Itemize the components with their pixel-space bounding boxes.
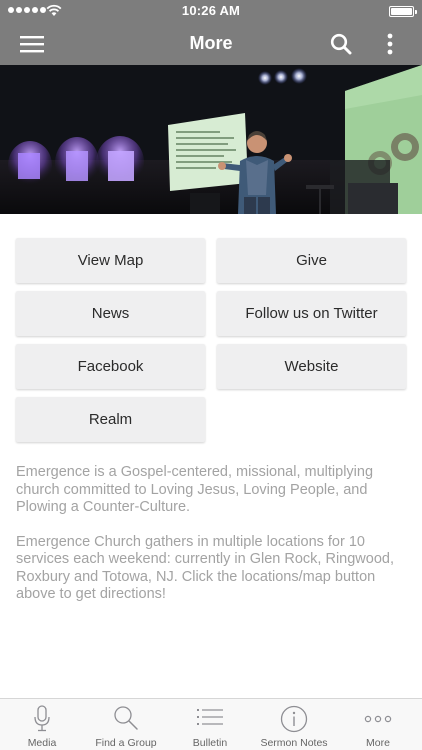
battery-icon — [389, 6, 417, 17]
follow-twitter-button[interactable]: Follow us on Twitter — [217, 291, 406, 336]
church-description: Emergence is a Gospel-centered, missiona… — [16, 464, 408, 604]
tab-sermon-notes[interactable]: Sermon Notes — [252, 699, 336, 750]
preacher-on-stage-photo — [0, 65, 422, 214]
tab-more-label: More — [366, 737, 390, 749]
microphone-icon — [34, 705, 50, 732]
tab-bulletin-label: Bulletin — [192, 737, 228, 749]
navigation-bar: More — [0, 22, 422, 65]
realm-button[interactable]: Realm — [16, 397, 205, 442]
view-map-button[interactable]: View Map — [16, 238, 205, 283]
tab-bar: Media Find a Group Bulletin Sermon Notes — [0, 698, 422, 750]
more-horizontal-icon — [364, 715, 392, 723]
tab-sermon-notes-label: Sermon Notes — [260, 737, 328, 749]
more-vertical-icon — [387, 33, 393, 54]
page-title: More — [189, 33, 233, 53]
search-button[interactable] — [324, 22, 358, 65]
news-button[interactable]: News — [16, 291, 205, 336]
status-bar: 10:26 AM — [0, 0, 422, 22]
tab-find-a-group-label: Find a Group — [95, 737, 157, 749]
tab-media[interactable]: Media — [0, 699, 84, 750]
info-icon — [280, 705, 308, 733]
facebook-button[interactable]: Facebook — [16, 344, 205, 389]
description-paragraph-1: Emergence is a Gospel-centered, missiona… — [16, 464, 374, 515]
tab-more[interactable]: More — [336, 699, 420, 750]
search-icon — [330, 33, 352, 54]
overflow-menu-button[interactable] — [378, 22, 402, 65]
description-paragraph-2: Emergence Church gathers in multiple loc… — [16, 533, 394, 603]
hero-image — [0, 65, 422, 214]
website-button[interactable]: Website — [217, 344, 406, 389]
status-time: 10:26 AM — [181, 3, 241, 18]
search-icon — [114, 706, 138, 730]
list-icon — [197, 709, 223, 725]
give-button[interactable]: Give — [217, 238, 406, 283]
tab-find-a-group[interactable]: Find a Group — [84, 699, 168, 750]
tab-bulletin[interactable]: Bulletin — [168, 699, 252, 750]
tab-media-label: Media — [27, 737, 57, 749]
